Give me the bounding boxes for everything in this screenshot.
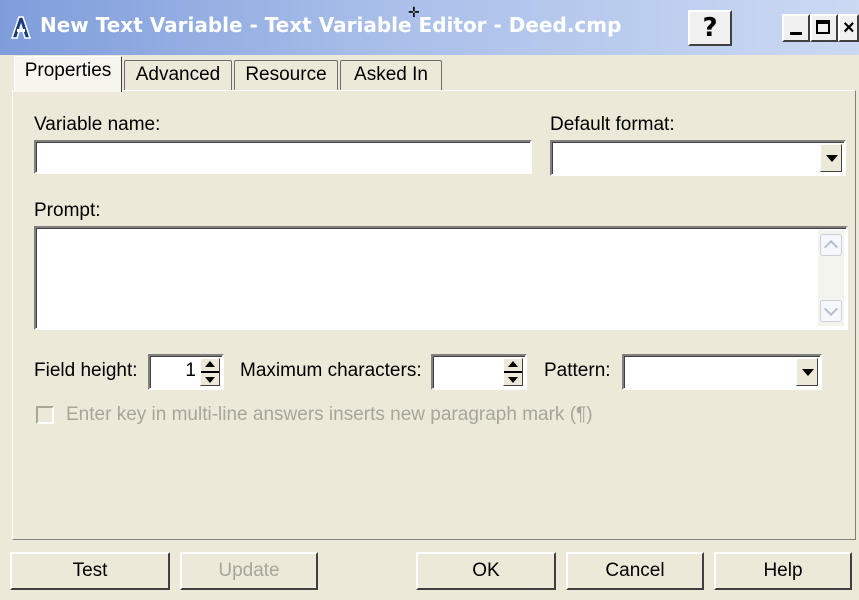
tab-properties[interactable]: Properties: [14, 56, 122, 92]
scroll-up-button[interactable]: [820, 234, 842, 256]
maximize-button[interactable]: [810, 14, 838, 42]
pattern-select[interactable]: [622, 354, 822, 390]
variable-name-input[interactable]: [34, 140, 532, 174]
cancel-button[interactable]: Cancel: [566, 552, 704, 590]
chevron-down-icon: [823, 301, 839, 317]
close-button[interactable]: ×: [838, 14, 859, 42]
title-bar[interactable]: New Text Variable - Text Variable Editor…: [0, 0, 859, 55]
max-chars-label: Maximum characters:: [240, 360, 422, 381]
default-format-dropdown-button[interactable]: [820, 144, 842, 172]
variable-name-label: Variable name:: [34, 114, 161, 135]
spin-divider: [201, 371, 219, 373]
tab-advanced[interactable]: Advanced: [124, 60, 232, 90]
tab-asked-in[interactable]: Asked In: [340, 60, 442, 90]
pattern-dropdown-button[interactable]: [796, 358, 818, 386]
context-help-button[interactable]: ?: [688, 10, 732, 46]
max-chars-stepper[interactable]: [431, 354, 527, 390]
spin-up-icon: [508, 361, 518, 367]
chevron-down-icon: [826, 155, 838, 162]
spin-divider: [504, 371, 522, 373]
default-format-select[interactable]: [550, 140, 846, 176]
chevron-up-icon: [823, 239, 839, 255]
prompt-scrollbar[interactable]: [818, 230, 844, 326]
chevron-down-icon: [802, 369, 814, 376]
update-button[interactable]: Update: [180, 552, 318, 590]
field-height-stepper[interactable]: 1: [148, 354, 224, 390]
prompt-label: Prompt:: [34, 200, 101, 221]
maximize-icon: [816, 20, 830, 34]
enter-key-checkbox[interactable]: [36, 406, 54, 424]
close-icon: ×: [843, 17, 855, 39]
spin-up-icon: [205, 361, 215, 367]
spin-down-icon: [205, 377, 215, 383]
tab-resource[interactable]: Resource: [234, 60, 338, 90]
field-height-value: 1: [185, 360, 196, 381]
minimize-icon: [790, 32, 802, 35]
app-icon: [10, 16, 32, 39]
minimize-button[interactable]: [782, 14, 810, 42]
pattern-label: Pattern:: [544, 360, 611, 381]
help-button[interactable]: Help: [714, 552, 852, 590]
max-chars-spin-buttons[interactable]: [503, 358, 523, 386]
enter-key-checkbox-label: Enter key in multi-line answers inserts …: [66, 404, 593, 425]
test-button[interactable]: Test: [10, 552, 170, 590]
mouse-cursor-icon: ✛: [408, 4, 420, 20]
prompt-textarea[interactable]: [34, 226, 848, 330]
spin-down-icon: [508, 377, 518, 383]
window-title: New Text Variable - Text Variable Editor…: [40, 13, 622, 37]
field-height-label: Field height:: [34, 360, 138, 381]
scroll-down-button[interactable]: [820, 300, 842, 322]
ok-button[interactable]: OK: [416, 552, 556, 590]
default-format-label: Default format:: [550, 114, 675, 135]
field-height-spin-buttons[interactable]: [200, 358, 220, 386]
